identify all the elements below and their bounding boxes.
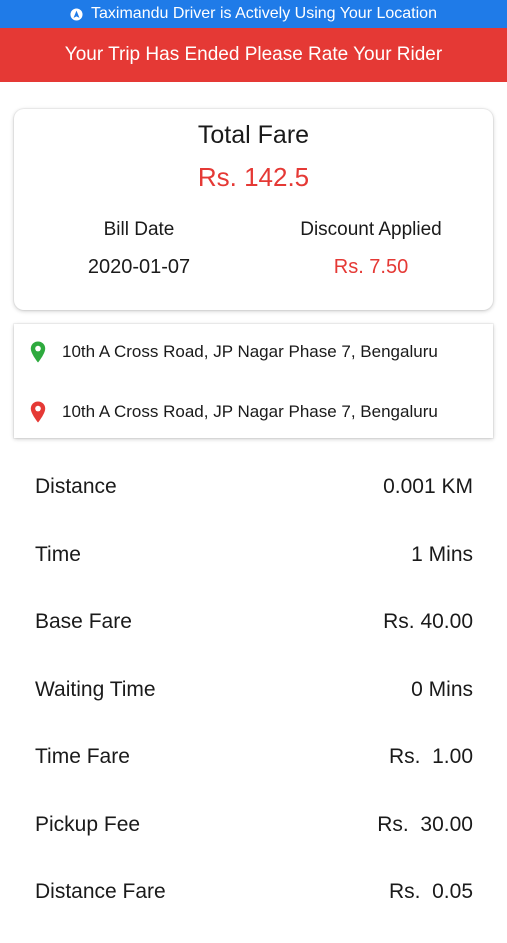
distance-fare-value: Rs. 0.05: [388, 880, 473, 903]
waiting-time-label: Waiting Time: [35, 677, 156, 701]
trip-ended-banner: Your Trip Has Ended Please Rate Your Rid…: [0, 28, 507, 82]
detail-row-distance: Distance 0.001 KM: [35, 470, 473, 504]
total-fare-amount: Rs. 142.5: [197, 162, 310, 192]
time-value: 1 Mins: [411, 542, 473, 566]
distance-label: Distance: [35, 475, 117, 498]
fare-details-list: Distance 0.001 KM Time 1 Mins Base Fare …: [35, 470, 473, 943]
discount-label: Discount Applied: [300, 219, 442, 240]
drop-address-row: 10th A Cross Road, JP Nagar Phase 7, Ben…: [30, 400, 438, 424]
total-fare-title: Total Fare: [197, 121, 310, 149]
detail-row-time-fare: Time Fare Rs. 1.00: [35, 740, 473, 774]
fare-summary-card: Total Fare Rs. 142.5 Bill Date 2020-01-0…: [14, 109, 493, 310]
drop-address-text: 10th A Cross Road, JP Nagar Phase 7, Ben…: [62, 402, 438, 421]
pickup-address-text: 10th A Cross Road, JP Nagar Phase 7, Ben…: [62, 342, 438, 361]
bill-date-label: Bill Date: [103, 219, 175, 240]
location-arrow-icon: [70, 7, 83, 21]
red-map-pin-icon: [30, 401, 46, 423]
trip-address-card: 10th A Cross Road, JP Nagar Phase 7, Ben…: [14, 324, 493, 438]
green-map-pin-icon: [30, 341, 46, 363]
base-fare-value: Rs. 40.00: [383, 610, 473, 633]
detail-row-pickup-fee: Pickup Fee Rs. 30.00: [35, 808, 473, 842]
detail-row-distance-fare: Distance Fare Rs. 0.05: [35, 875, 473, 909]
detail-row-base-fare: Base Fare Rs. 40.00: [35, 605, 473, 639]
time-fare-label: Time Fare: [35, 745, 130, 768]
bill-date-section: Bill Date 2020-01-07: [54, 219, 224, 279]
discount-value: Rs. 7.50: [333, 256, 409, 278]
bill-date-value: 2020-01-07: [87, 256, 191, 278]
base-fare-label: Base Fare: [35, 610, 132, 633]
distance-fare-label: Distance Fare: [35, 880, 166, 903]
location-status-text: Taximandu Driver is Actively Using Your …: [91, 5, 437, 22]
pickup-fee-label: Pickup Fee: [35, 812, 141, 836]
distance-value: 0.001 KM: [383, 475, 473, 498]
detail-row-time: Time 1 Mins: [35, 538, 473, 572]
trip-ended-text: Your Trip Has Ended Please Rate Your Rid…: [64, 44, 443, 65]
location-status-bar: Taximandu Driver is Actively Using Your …: [0, 0, 507, 28]
waiting-time-value: 0 Mins: [411, 677, 473, 701]
pickup-address-row: 10th A Cross Road, JP Nagar Phase 7, Ben…: [30, 340, 438, 364]
detail-row-waiting-time: Waiting Time 0 Mins: [35, 673, 473, 707]
pickup-fee-value: Rs. 30.00: [377, 812, 473, 836]
discount-section: Discount Applied Rs. 7.50: [276, 219, 466, 279]
time-fare-value: Rs. 1.00: [388, 745, 473, 768]
time-label: Time: [35, 542, 81, 566]
